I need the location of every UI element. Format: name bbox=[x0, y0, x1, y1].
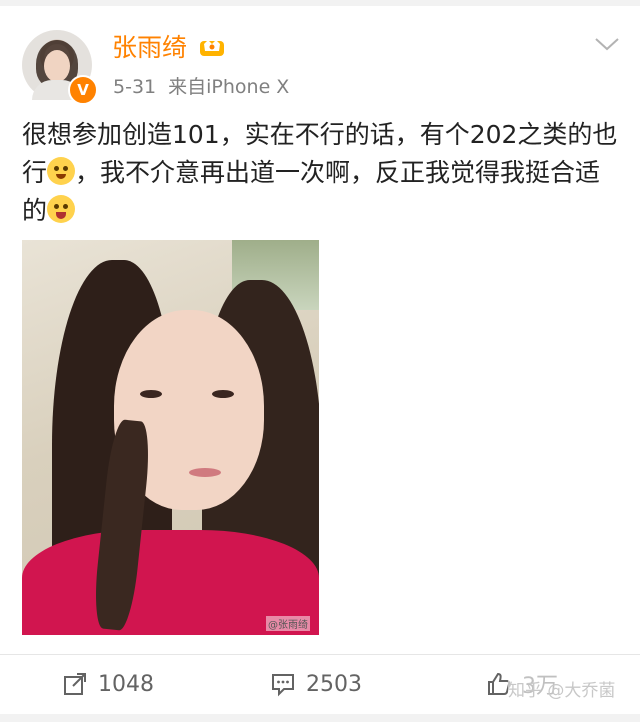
post-source[interactable]: 来自iPhone X bbox=[168, 76, 289, 98]
comment-icon bbox=[272, 674, 294, 697]
post-meta: 5-31 来自iPhone X bbox=[113, 72, 289, 99]
vip-crown-icon[interactable] bbox=[199, 34, 225, 58]
repost-count: 1048 bbox=[98, 671, 154, 697]
post-date: 5-31 bbox=[113, 76, 157, 98]
username[interactable]: 张雨绮 bbox=[112, 28, 187, 64]
post-text-part2: ，我不介意再出道一次啊，反正我觉得我挺合适的 bbox=[22, 158, 601, 225]
photo-eye-right bbox=[212, 390, 234, 398]
tongue-emoji-icon bbox=[47, 195, 76, 223]
zhihu-watermark: 知乎 @大乔菌 bbox=[508, 676, 616, 701]
verified-badge: V bbox=[68, 75, 98, 105]
repost-icon bbox=[64, 673, 86, 695]
image-watermark: @张雨绮 bbox=[266, 616, 310, 631]
chevron-down-icon[interactable] bbox=[594, 36, 620, 52]
comment-count: 2503 bbox=[306, 671, 362, 697]
top-separator bbox=[0, 0, 640, 6]
avatar-face bbox=[44, 50, 70, 82]
photo-eye-left bbox=[140, 390, 162, 398]
bottom-separator bbox=[0, 714, 640, 722]
comment-button[interactable]: 2503 bbox=[270, 668, 362, 700]
smirk-emoji-icon bbox=[47, 157, 76, 185]
action-divider bbox=[0, 654, 640, 655]
post-text: 很想参加创造101，实在不行的话，有个202之类的也行 ，我不介意再出道一次啊，反… bbox=[22, 116, 622, 230]
repost-button[interactable]: 1048 bbox=[62, 668, 154, 700]
photo-lips bbox=[189, 468, 221, 477]
post-image[interactable]: @张雨绮 bbox=[22, 240, 319, 635]
